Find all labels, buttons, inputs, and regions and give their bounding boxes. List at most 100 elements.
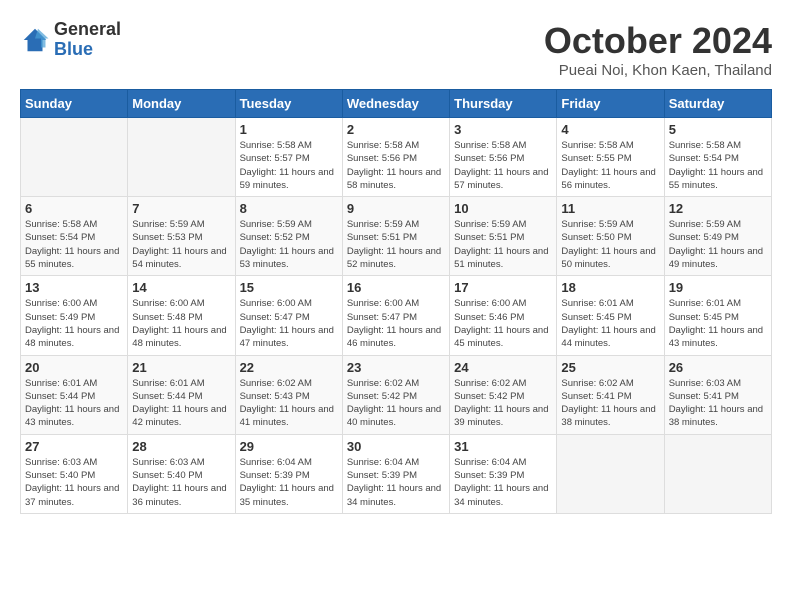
calendar-week-3: 13 Sunrise: 6:00 AMSunset: 5:49 PMDayligh… [21,276,772,355]
calendar-cell: 23 Sunrise: 6:02 AMSunset: 5:42 PMDayligh… [342,355,449,434]
day-number: 25 [561,360,659,375]
calendar-cell: 9 Sunrise: 5:59 AMSunset: 5:51 PMDaylight… [342,197,449,276]
logo-blue: Blue [54,40,121,60]
calendar-cell: 2 Sunrise: 5:58 AMSunset: 5:56 PMDaylight… [342,118,449,197]
day-info: Sunrise: 5:59 AMSunset: 5:52 PMDaylight:… [240,218,338,271]
calendar-cell: 21 Sunrise: 6:01 AMSunset: 5:44 PMDayligh… [128,355,235,434]
day-info: Sunrise: 5:58 AMSunset: 5:55 PMDaylight:… [561,139,659,192]
day-number: 17 [454,280,552,295]
location: Pueai Noi, Khon Kaen, Thailand [544,62,772,79]
calendar-cell: 15Sunrise: 6:00 AMSunset: 5:47 PMDayligh… [235,276,342,355]
day-info: Sunrise: 5:59 AMSunset: 5:51 PMDaylight:… [347,218,445,271]
calendar-cell: 24 Sunrise: 6:02 AMSunset: 5:42 PMDayligh… [450,355,557,434]
day-info: Sunrise: 6:01 AMSunset: 5:45 PMDaylight:… [561,297,659,350]
column-header-thursday: Thursday [450,90,557,118]
day-info: Sunrise: 5:58 AMSunset: 5:57 PMDaylight:… [240,139,338,192]
calendar-cell [128,118,235,197]
column-header-monday: Monday [128,90,235,118]
calendar-cell: 30Sunrise: 6:04 AMSunset: 5:39 PMDayligh… [342,434,449,513]
day-number: 16 [347,280,445,295]
day-info: Sunrise: 6:01 AMSunset: 5:44 PMDaylight:… [132,377,230,430]
calendar-cell: 12 Sunrise: 5:59 AMSunset: 5:49 PMDayligh… [664,197,771,276]
day-number: 11 [561,201,659,216]
calendar-cell [557,434,664,513]
page-header: General Blue October 2024 Pueai Noi, Kho… [20,20,772,79]
column-header-tuesday: Tuesday [235,90,342,118]
calendar-cell [21,118,128,197]
calendar-cell: 18Sunrise: 6:01 AMSunset: 5:45 PMDayligh… [557,276,664,355]
calendar-cell: 19Sunrise: 6:01 AMSunset: 5:45 PMDayligh… [664,276,771,355]
logo-general: General [54,20,121,40]
column-header-wednesday: Wednesday [342,90,449,118]
day-info: Sunrise: 6:02 AMSunset: 5:42 PMDaylight:… [454,377,552,430]
day-info: Sunrise: 5:59 AMSunset: 5:51 PMDaylight:… [454,218,552,271]
day-info: Sunrise: 5:59 AMSunset: 5:53 PMDaylight:… [132,218,230,271]
day-number: 19 [669,280,767,295]
calendar-week-2: 6Sunrise: 5:58 AMSunset: 5:54 PMDaylight… [21,197,772,276]
calendar-table: SundayMondayTuesdayWednesdayThursdayFrid… [20,89,772,514]
calendar-cell: 10Sunrise: 5:59 AMSunset: 5:51 PMDayligh… [450,197,557,276]
day-number: 13 [25,280,123,295]
logo: General Blue [20,20,121,60]
calendar-cell: 16Sunrise: 6:00 AMSunset: 5:47 PMDayligh… [342,276,449,355]
column-header-saturday: Saturday [664,90,771,118]
day-number: 24 [454,360,552,375]
day-number: 3 [454,122,552,137]
calendar-week-5: 27 Sunrise: 6:03 AMSunset: 5:40 PMDayligh… [21,434,772,513]
day-number: 28 [132,439,230,454]
day-number: 21 [132,360,230,375]
day-number: 9 [347,201,445,216]
day-number: 5 [669,122,767,137]
day-info: Sunrise: 6:01 AMSunset: 5:44 PMDaylight:… [25,377,123,430]
day-info: Sunrise: 6:02 AMSunset: 5:43 PMDaylight:… [240,377,338,430]
day-info: Sunrise: 6:02 AMSunset: 5:42 PMDaylight:… [347,377,445,430]
calendar-cell: 1 Sunrise: 5:58 AMSunset: 5:57 PMDaylight… [235,118,342,197]
calendar-cell: 4Sunrise: 5:58 AMSunset: 5:55 PMDaylight… [557,118,664,197]
calendar-cell: 29Sunrise: 6:04 AMSunset: 5:39 PMDayligh… [235,434,342,513]
day-info: Sunrise: 5:59 AMSunset: 5:50 PMDaylight:… [561,218,659,271]
day-info: Sunrise: 6:00 AMSunset: 5:46 PMDaylight:… [454,297,552,350]
calendar-cell: 25 Sunrise: 6:02 AMSunset: 5:41 PMDayligh… [557,355,664,434]
logo-icon [20,25,50,55]
day-info: Sunrise: 5:58 AMSunset: 5:54 PMDaylight:… [669,139,767,192]
calendar-cell: 7Sunrise: 5:59 AMSunset: 5:53 PMDaylight… [128,197,235,276]
day-number: 2 [347,122,445,137]
calendar-cell: 22 Sunrise: 6:02 AMSunset: 5:43 PMDayligh… [235,355,342,434]
calendar-week-4: 20 Sunrise: 6:01 AMSunset: 5:44 PMDayligh… [21,355,772,434]
calendar-week-1: 1 Sunrise: 5:58 AMSunset: 5:57 PMDaylight… [21,118,772,197]
calendar-cell: 11 Sunrise: 5:59 AMSunset: 5:50 PMDayligh… [557,197,664,276]
column-header-sunday: Sunday [21,90,128,118]
calendar-cell: 3Sunrise: 5:58 AMSunset: 5:56 PMDaylight… [450,118,557,197]
month-title: October 2024 [544,20,772,62]
calendar-cell [664,434,771,513]
calendar-cell: 8Sunrise: 5:59 AMSunset: 5:52 PMDaylight… [235,197,342,276]
day-info: Sunrise: 5:58 AMSunset: 5:54 PMDaylight:… [25,218,123,271]
day-info: Sunrise: 6:00 AMSunset: 5:48 PMDaylight:… [132,297,230,350]
day-info: Sunrise: 6:04 AMSunset: 5:39 PMDaylight:… [454,456,552,509]
day-number: 1 [240,122,338,137]
calendar-cell: 14 Sunrise: 6:00 AMSunset: 5:48 PMDayligh… [128,276,235,355]
day-number: 26 [669,360,767,375]
day-info: Sunrise: 6:00 AMSunset: 5:49 PMDaylight:… [25,297,123,350]
day-number: 14 [132,280,230,295]
day-info: Sunrise: 6:03 AMSunset: 5:40 PMDaylight:… [25,456,123,509]
day-info: Sunrise: 6:04 AMSunset: 5:39 PMDaylight:… [240,456,338,509]
day-info: Sunrise: 6:02 AMSunset: 5:41 PMDaylight:… [561,377,659,430]
calendar-cell: 20 Sunrise: 6:01 AMSunset: 5:44 PMDayligh… [21,355,128,434]
title-area: October 2024 Pueai Noi, Khon Kaen, Thail… [544,20,772,79]
calendar-cell: 27 Sunrise: 6:03 AMSunset: 5:40 PMDayligh… [21,434,128,513]
column-header-friday: Friday [557,90,664,118]
day-number: 22 [240,360,338,375]
day-info: Sunrise: 5:59 AMSunset: 5:49 PMDaylight:… [669,218,767,271]
day-info: Sunrise: 5:58 AMSunset: 5:56 PMDaylight:… [347,139,445,192]
calendar-header-row: SundayMondayTuesdayWednesdayThursdayFrid… [21,90,772,118]
calendar-cell: 28Sunrise: 6:03 AMSunset: 5:40 PMDayligh… [128,434,235,513]
day-number: 31 [454,439,552,454]
day-number: 23 [347,360,445,375]
day-info: Sunrise: 6:04 AMSunset: 5:39 PMDaylight:… [347,456,445,509]
day-number: 12 [669,201,767,216]
day-number: 27 [25,439,123,454]
calendar-cell: 26Sunrise: 6:03 AMSunset: 5:41 PMDayligh… [664,355,771,434]
calendar-cell: 13 Sunrise: 6:00 AMSunset: 5:49 PMDayligh… [21,276,128,355]
day-number: 20 [25,360,123,375]
